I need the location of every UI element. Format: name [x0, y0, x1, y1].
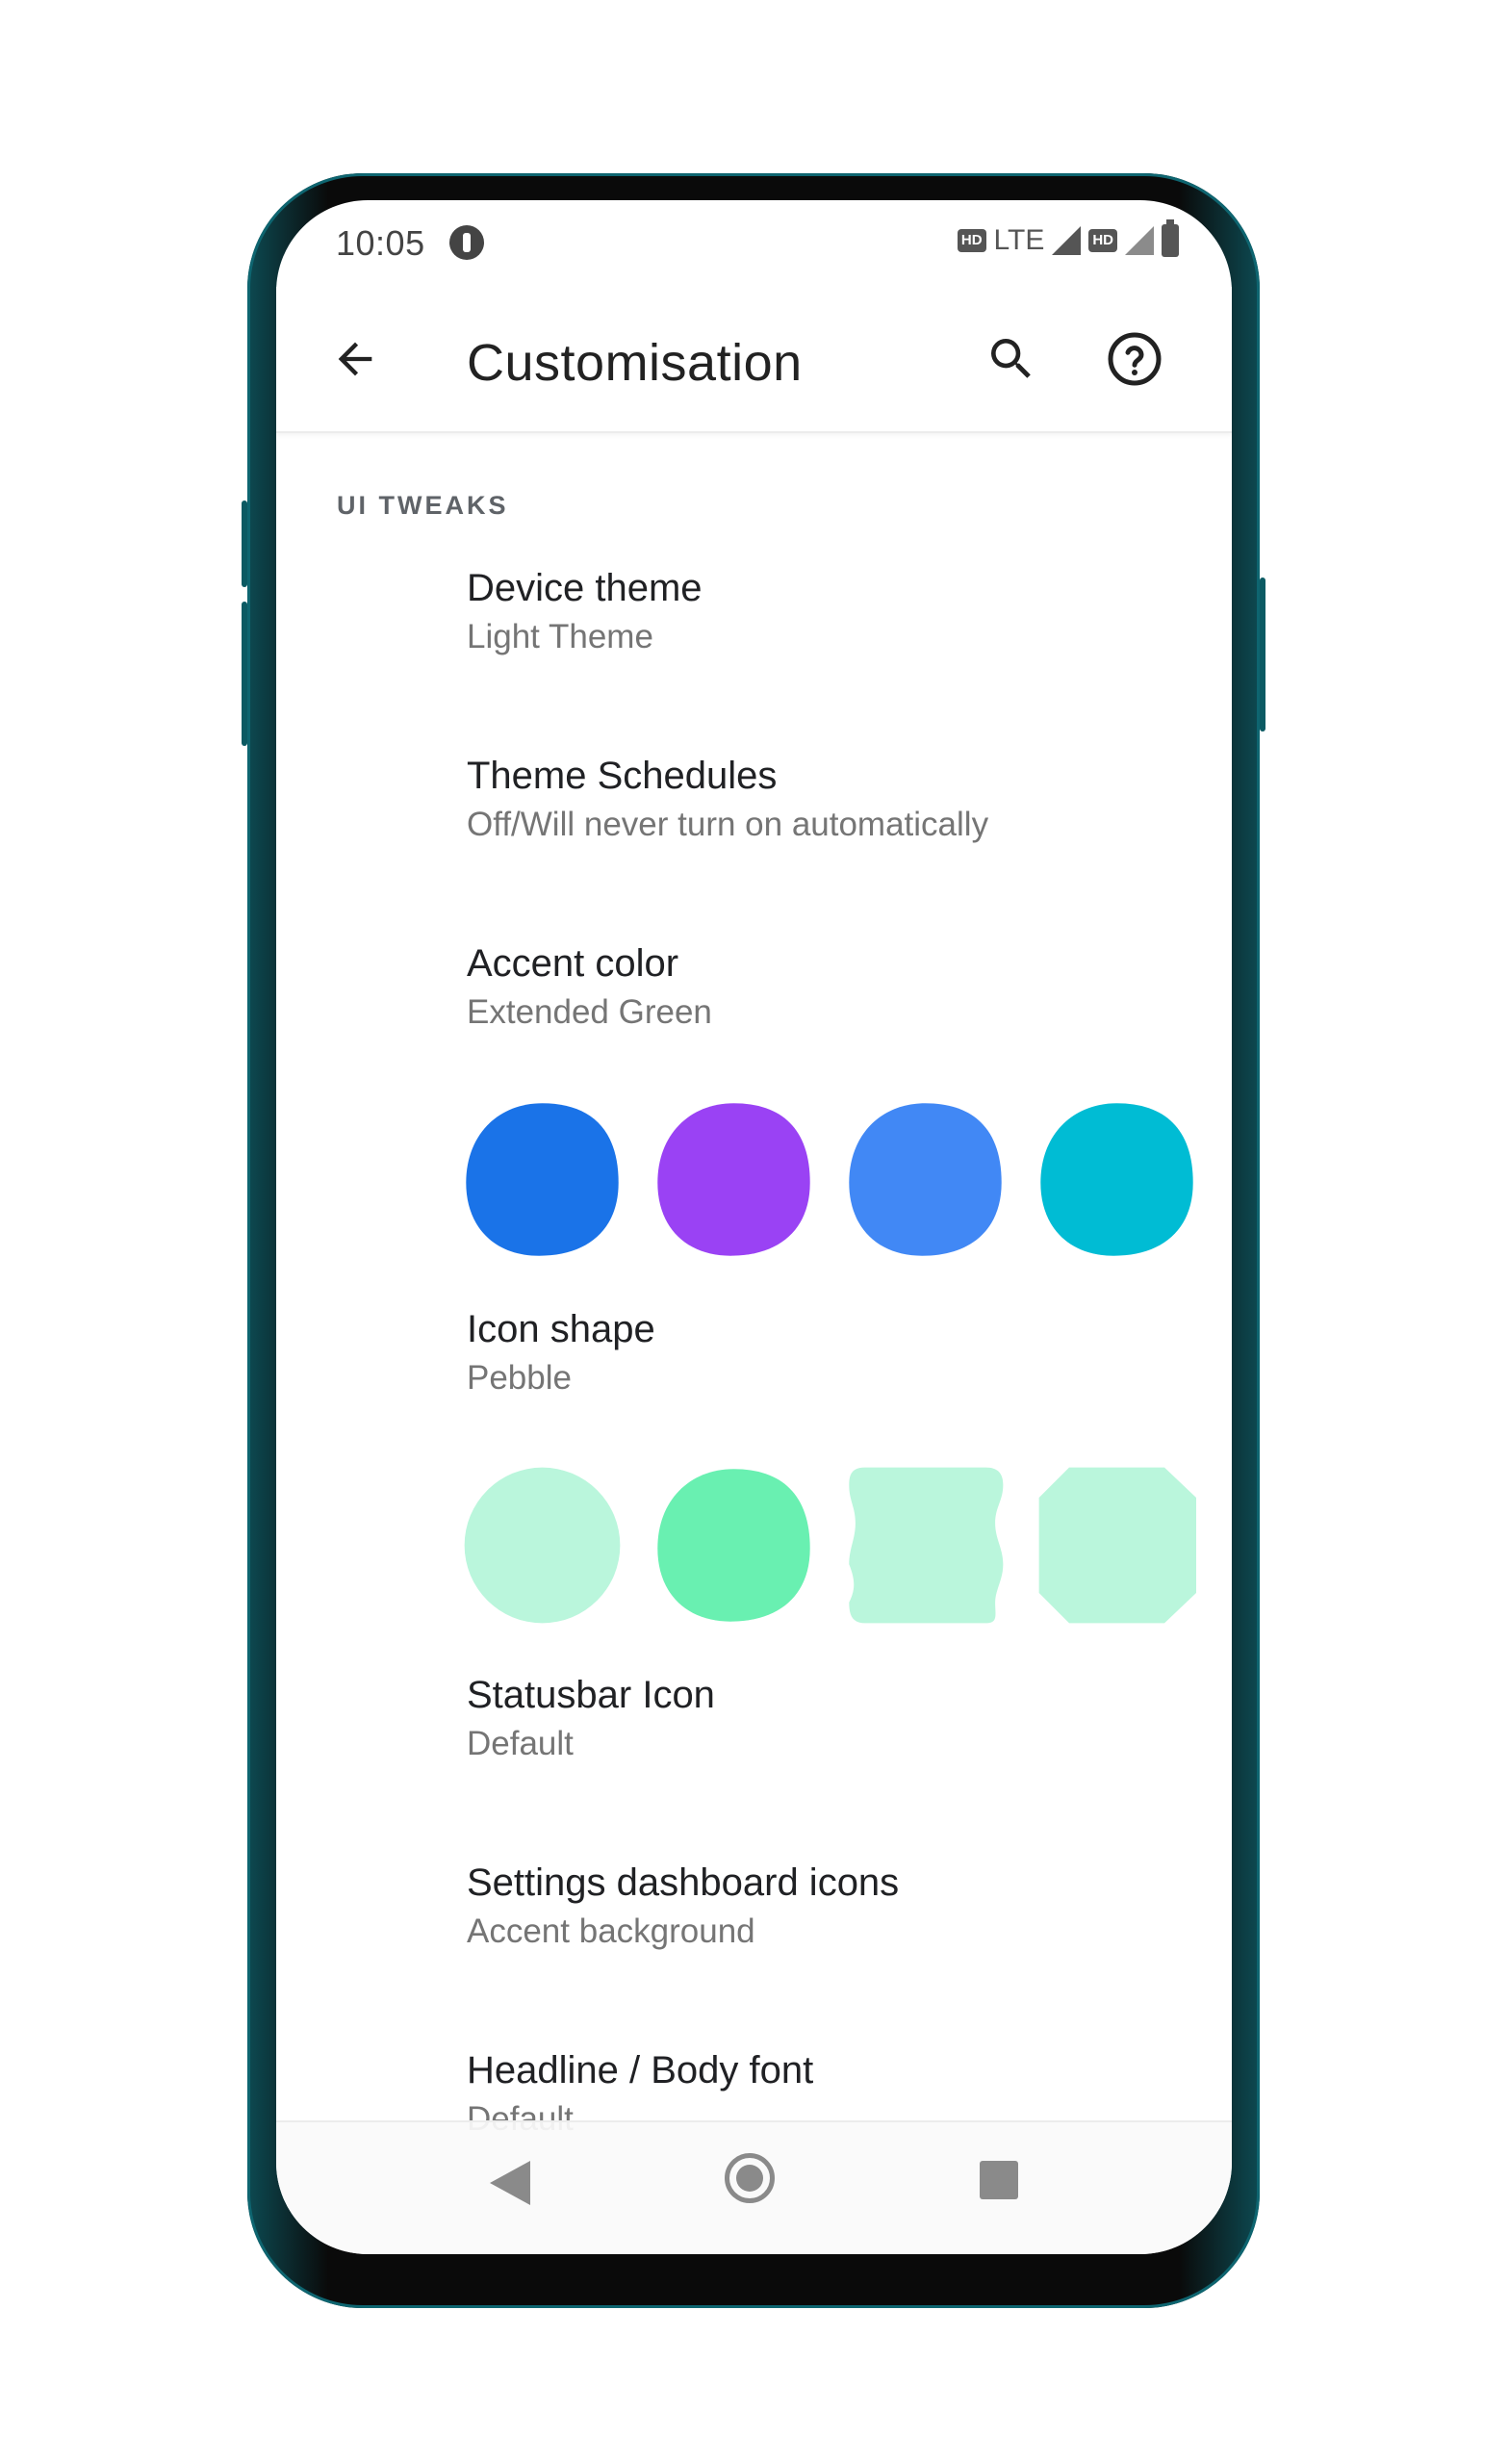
icon-shape-octagon[interactable] [1036, 1466, 1197, 1625]
theme-schedules-pref[interactable]: Theme Schedules Off/Will never turn on a… [467, 751, 1198, 849]
pref-summary: Accent background [467, 1912, 755, 1950]
pref-summary: Off/Will never turn on automatically [467, 806, 989, 843]
status-time: 10:05 [336, 223, 425, 263]
phone-screen: 10:05 HD LTE HD Customisation UI TWEAKS … [276, 200, 1232, 2254]
pref-summary: Extended Green [467, 993, 712, 1031]
status-bar: 10:05 HD LTE HD [276, 200, 1232, 287]
accent-swatch-blue[interactable] [462, 1100, 623, 1259]
pref-title: Settings dashboard icons [467, 1861, 900, 1904]
search-button[interactable] [976, 323, 1047, 395]
search-icon [991, 339, 1031, 378]
icon-shape-options [462, 1466, 1232, 1630]
phone-side-button [242, 500, 247, 587]
icon-shape-circle[interactable] [462, 1466, 623, 1625]
hd-voice-icon-2: HD [1088, 229, 1117, 252]
statusbar-icon-pref[interactable]: Statusbar Icon Default [467, 1670, 1198, 1768]
icon-shape-pref[interactable]: Icon shape Pebble [467, 1304, 1198, 1402]
accent-color-swatches [462, 1100, 1232, 1264]
arrow-back-icon [338, 342, 372, 376]
accent-swatch-light-blue[interactable] [845, 1100, 1006, 1259]
hd-voice-icon: HD [957, 229, 986, 252]
back-button[interactable] [319, 323, 391, 395]
page-title: Customisation [467, 334, 803, 392]
accent-color-pref[interactable]: Accent color Extended Green [467, 938, 1198, 1037]
phone-power-button [1260, 578, 1265, 732]
pref-title: Device theme [467, 567, 703, 609]
dashboard-icons-pref[interactable]: Settings dashboard icons Accent backgrou… [467, 1858, 1198, 1956]
nav-home-icon[interactable] [725, 2153, 775, 2203]
pref-summary: Default [467, 1725, 574, 1762]
help-circle-icon [1108, 332, 1162, 386]
battery-icon [1162, 219, 1179, 257]
pref-title: Statusbar Icon [467, 1674, 715, 1716]
pref-title: Theme Schedules [467, 755, 778, 797]
dnd-icon [449, 225, 484, 260]
phone-volume-button [242, 602, 247, 746]
icon-shape-pebble[interactable] [653, 1466, 814, 1625]
navigation-bar [276, 2120, 1232, 2254]
nav-back-icon[interactable] [488, 2159, 532, 2207]
pref-summary: Light Theme [467, 618, 653, 655]
settings-list[interactable]: UI TWEAKS Device theme Light Theme Theme… [276, 433, 1232, 2156]
help-button[interactable] [1099, 323, 1170, 395]
pref-summary: Pebble [467, 1359, 572, 1397]
section-header: UI TWEAKS [337, 491, 509, 520]
pref-title: Icon shape [467, 1308, 655, 1350]
network-type-label: LTE [993, 224, 1045, 256]
signal-icon-2 [1125, 226, 1154, 255]
accent-swatch-cyan[interactable] [1036, 1100, 1197, 1259]
pref-title: Headline / Body font [467, 2049, 814, 2092]
icon-shape-wavy[interactable] [845, 1466, 1006, 1625]
pref-title: Accent color [467, 942, 679, 985]
app-bar: Customisation [276, 287, 1232, 433]
signal-icon [1052, 226, 1082, 255]
device-theme-pref[interactable]: Device theme Light Theme [467, 563, 1198, 661]
status-icons: HD LTE HD [957, 219, 1179, 260]
nav-recents-icon[interactable] [980, 2161, 1018, 2199]
accent-swatch-purple[interactable] [653, 1100, 814, 1259]
